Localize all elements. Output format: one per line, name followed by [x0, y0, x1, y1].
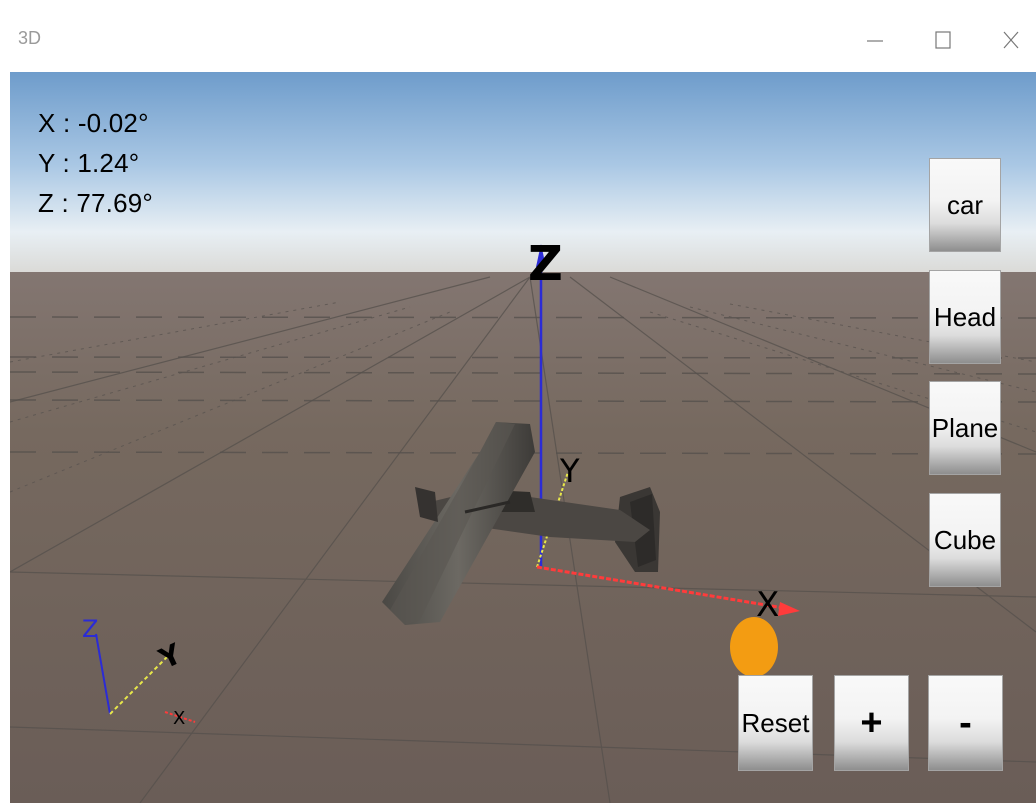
reset-button[interactable]: Reset	[738, 675, 813, 771]
window-titlebar: 3D	[0, 0, 1036, 72]
mini-x-axis-label: X	[173, 708, 185, 729]
close-button[interactable]	[988, 18, 1034, 62]
z-axis-label: Z	[528, 236, 563, 292]
head-button[interactable]: Head	[929, 270, 1001, 364]
rotation-y-readout: Y : 1.24°	[38, 148, 140, 178]
orange-drag-handle[interactable]	[730, 617, 778, 677]
minimize-icon	[867, 40, 883, 42]
cube-button[interactable]: Cube	[929, 493, 1001, 587]
maximize-icon	[935, 31, 951, 49]
rotation-z-readout: Z : 77.69°	[38, 188, 154, 218]
plane-button[interactable]: Plane	[929, 381, 1001, 475]
window-title: 3D	[18, 28, 42, 48]
sky	[10, 72, 1036, 277]
rotation-x-readout: X : -0.02°	[38, 108, 149, 138]
mini-z-axis-label: Z	[82, 615, 98, 643]
y-axis-label: Y	[559, 452, 580, 490]
car-button[interactable]: car	[929, 158, 1001, 252]
zoom-in-button[interactable]: +	[834, 675, 909, 771]
maximize-button[interactable]	[920, 18, 966, 62]
3d-viewport[interactable]: Z Y X Z Y X X : -0.02° Y : 1.24° Z : 77.…	[10, 72, 1036, 803]
close-icon	[1003, 31, 1019, 49]
zoom-out-button[interactable]: -	[928, 675, 1003, 771]
minimize-button[interactable]	[852, 18, 898, 62]
